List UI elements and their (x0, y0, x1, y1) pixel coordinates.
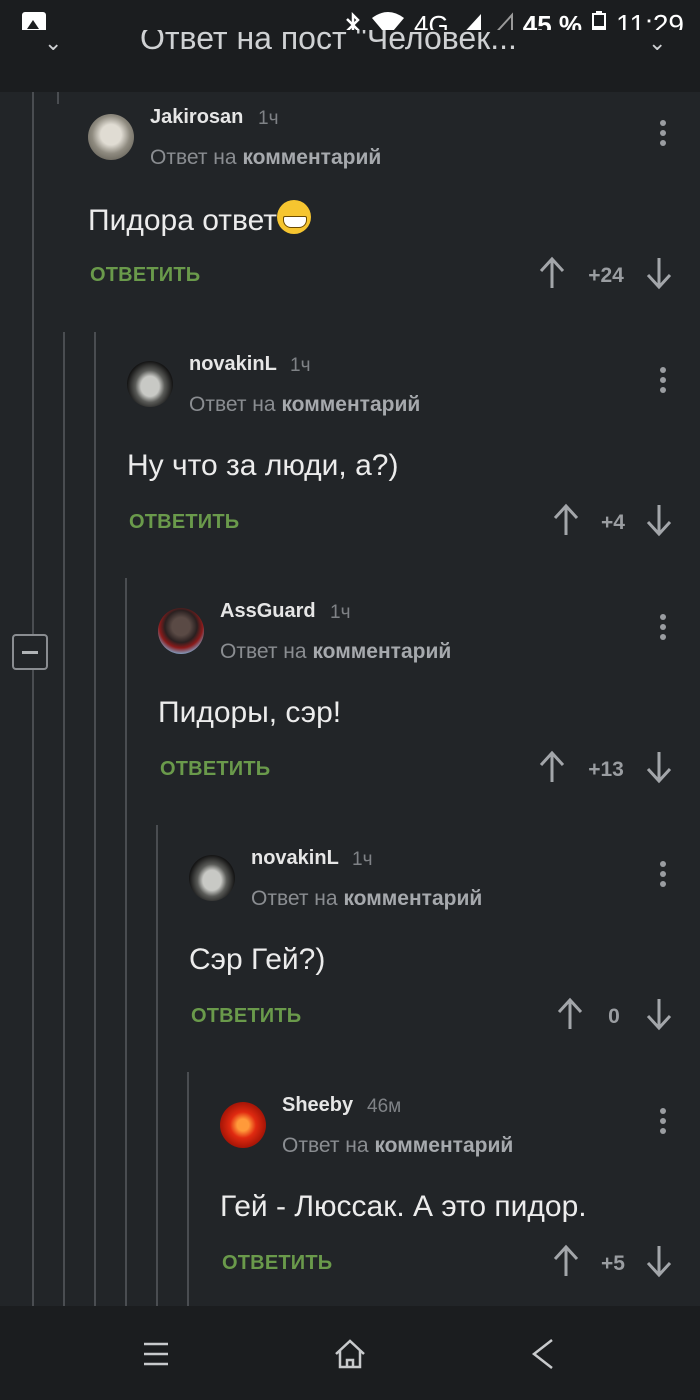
comment-text: Гей - Люссак. А это пидор. (220, 1190, 587, 1223)
reply-button[interactable]: ОТВЕТИТЬ (90, 264, 200, 287)
reply-to-label[interactable]: Ответ на комментарий (220, 640, 451, 664)
reply-to-label[interactable]: Ответ на комментарий (189, 393, 420, 417)
grinning-emoji-icon (277, 200, 312, 234)
vote-score: +13 (588, 758, 624, 781)
more-vertical-icon[interactable] (658, 120, 668, 150)
username[interactable]: Sheeby (282, 1094, 353, 1117)
comment-text: Сэр Гей?) (189, 943, 326, 976)
username[interactable]: Jakirosan (150, 106, 243, 129)
vote-score: +24 (588, 264, 624, 287)
thread-line (187, 1072, 189, 1306)
system-navigation-bar (0, 1306, 700, 1400)
avatar[interactable] (88, 114, 134, 160)
arrow-down-icon[interactable] (645, 750, 673, 784)
avatar[interactable] (127, 361, 173, 407)
username[interactable]: novakinL (189, 353, 277, 376)
arrow-down-icon[interactable] (645, 1244, 673, 1278)
thread-line (156, 825, 158, 1306)
thread-line (57, 92, 59, 104)
thread-line (32, 92, 34, 1306)
chevron-down-icon[interactable]: ⌄ (44, 30, 62, 56)
timestamp: 1ч (330, 602, 351, 623)
arrow-up-icon[interactable] (552, 503, 580, 537)
more-vertical-icon[interactable] (658, 614, 668, 644)
app-header: ⌄ Ответ на пост "Человек... ⌄ (0, 30, 700, 92)
timestamp: 1ч (352, 849, 373, 870)
arrow-down-icon[interactable] (645, 256, 673, 290)
reply-button[interactable]: ОТВЕТИТЬ (129, 511, 239, 534)
avatar[interactable] (220, 1102, 266, 1148)
avatar[interactable] (189, 855, 235, 901)
arrow-up-icon[interactable] (538, 750, 566, 784)
thread-line (63, 332, 65, 1306)
comment-text: Пидоры, сэр! (158, 696, 342, 729)
vote-score: +5 (601, 1252, 625, 1275)
arrow-up-icon[interactable] (552, 1244, 580, 1278)
reply-to-label[interactable]: Ответ на комментарий (282, 1134, 513, 1158)
timestamp: 1ч (258, 108, 279, 129)
avatar[interactable] (158, 608, 204, 654)
reply-button[interactable]: ОТВЕТИТЬ (222, 1252, 332, 1275)
comment-text: Ну что за люди, а?) (127, 449, 399, 482)
thread-line (125, 578, 127, 1306)
comment-text: Пидора ответ (88, 200, 312, 238)
back-icon[interactable] (524, 1334, 564, 1374)
home-icon[interactable] (330, 1334, 370, 1374)
reply-button[interactable]: ОТВЕТИТЬ (191, 1005, 301, 1028)
reply-button[interactable]: ОТВЕТИТЬ (160, 758, 270, 781)
username[interactable]: AssGuard (220, 600, 316, 623)
timestamp: 1ч (290, 355, 311, 376)
arrow-up-icon[interactable] (556, 997, 584, 1031)
arrow-up-icon[interactable] (538, 256, 566, 290)
thread-line (94, 332, 96, 1306)
collapse-minus-icon[interactable] (12, 634, 48, 670)
more-vertical-icon[interactable] (658, 367, 668, 397)
more-vertical-icon[interactable] (658, 1108, 668, 1138)
vote-score: +4 (601, 511, 625, 534)
chevron-down-icon[interactable]: ⌄ (648, 30, 666, 56)
menu-icon[interactable] (136, 1334, 176, 1374)
username[interactable]: novakinL (251, 847, 339, 870)
page-title: Ответ на пост "Человек... (140, 30, 517, 56)
timestamp: 46м (367, 1096, 402, 1117)
arrow-down-icon[interactable] (645, 997, 673, 1031)
more-vertical-icon[interactable] (658, 861, 668, 891)
arrow-down-icon[interactable] (645, 503, 673, 537)
reply-to-label[interactable]: Ответ на комментарий (251, 887, 482, 911)
vote-score: 0 (608, 1005, 620, 1028)
reply-to-label[interactable]: Ответ на комментарий (150, 146, 381, 170)
